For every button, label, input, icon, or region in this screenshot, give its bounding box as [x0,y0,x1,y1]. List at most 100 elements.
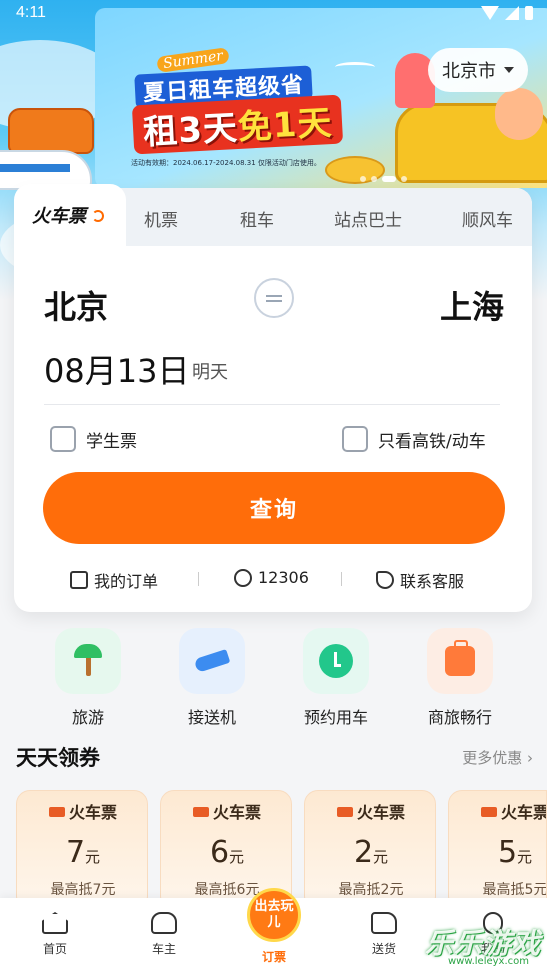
train-ticket-icon [480,807,497,817]
coupon-card[interactable]: 火车票 5元 最高抵5元 [448,790,547,910]
train-ticket-icon [336,807,353,817]
bird-illustration [335,62,375,72]
transport-tabs: 火车票 机票 租车 站点巴士 顺风车 [14,184,532,246]
promo-banner[interactable]: Summer 夏日租车超级省 租3天免1天 活动有效期：2024.06.17-2… [95,8,547,188]
status-time: 4:11 [16,4,46,21]
train-ticket-icon [192,807,209,817]
tab-car-rental[interactable]: 租车 [240,206,274,231]
more-offers-link[interactable]: 更多优惠 › [462,747,533,768]
departure-city[interactable]: 北京 [44,282,108,328]
service-tile [303,628,369,694]
promo-offer: 租3天免1天 [131,94,344,155]
coupon-amount: 5元 [449,835,546,870]
coupon-title: 火车票 [68,803,117,822]
nav-tickets-label[interactable]: 订票 [247,948,301,965]
truck-icon [371,912,397,934]
nav-tickets-badge[interactable]: 出去玩儿 [247,888,301,942]
link-label: 12306 [258,568,309,587]
high-speed-only-checkbox[interactable]: 只看高铁/动车 [342,426,486,452]
swap-cities-button[interactable] [254,278,294,318]
coupon-head: 火车票 [305,799,437,823]
nav-label: 首页 [42,942,67,956]
carousel-dot [371,176,377,182]
service-label: 预约用车 [303,708,368,727]
nav-car-owner[interactable]: 车主 [129,912,199,957]
coupon-unit: 元 [373,848,389,866]
promo-offer-accent: 免1天 [236,103,334,148]
battery-icon [525,6,533,20]
coupon-title: 火车票 [500,803,547,822]
service-tile [427,628,493,694]
departure-date[interactable]: 08月13日 [44,346,189,392]
nav-home[interactable]: 首页 [20,912,90,957]
car-icon [151,912,177,934]
hotline-link[interactable]: 12306 [234,568,309,587]
tab-station-bus[interactable]: 站点巴士 [334,206,402,231]
arrival-city[interactable]: 上海 [440,282,504,328]
coupon-amount: 7元 [17,835,149,870]
city-selector[interactable]: 北京市 [428,48,528,92]
coupon-value: 2 [353,835,374,870]
tab-carpool[interactable]: 顺风车 [462,206,513,231]
coupon-unit: 元 [517,848,533,866]
checkbox-icon [50,426,76,452]
carousel-dot [401,176,407,182]
tab-label: 火车票 [32,206,86,227]
order-list-icon [70,571,88,589]
service-label: 旅游 [71,708,104,727]
city-label: 北京市 [442,61,496,82]
service-business-travel[interactable]: 商旅畅行 [410,628,510,728]
service-label: 商旅畅行 [427,708,492,727]
service-tile [179,628,245,694]
promo-period: 活动有效期：2024.06.17-2024.08.31 仅限活动门店使用。 [131,159,321,167]
active-tab-mark-icon [92,210,104,222]
swap-arrow-icon [266,299,282,302]
service-scheduled-ride[interactable]: 预约用车 [286,628,386,728]
student-ticket-checkbox[interactable]: 学生票 [50,426,137,452]
coupon-card[interactable]: 火车票 7元 最高抵7元 [16,790,148,910]
my-orders-link[interactable]: 我的订单 [70,568,158,592]
service-airport-transfer[interactable]: 接送机 [162,628,262,728]
nav-label: 送货 [371,942,396,956]
coupon-unit: 元 [85,848,101,866]
service-travel[interactable]: 旅游 [38,628,138,728]
coupon-cap: 最高抵2元 [338,882,404,898]
carousel-dots [360,176,407,182]
booking-card: 火车票 机票 租车 站点巴士 顺风车 北京 上海 08月13日 明天 学生票 只… [14,184,532,612]
person-illustration [495,88,543,140]
coupon-head: 火车票 [17,799,149,823]
checkbox-label: 学生票 [86,431,137,452]
coupons-title: 天天领券 [16,746,100,770]
chevron-down-icon [504,67,514,73]
coupon-amount: 6元 [161,835,293,870]
coupon-head: 火车票 [161,799,293,823]
nav-delivery[interactable]: 送货 [349,912,419,957]
promo-tag: Summer [156,47,230,73]
customer-service-link[interactable]: 联系客服 [376,568,464,592]
carousel-dot-active [382,176,396,182]
coupon-value: 7 [65,835,86,870]
link-label: 联系客服 [400,572,465,591]
coupon-cap: 最高抵7元 [50,882,116,898]
coupon-value: 6 [209,835,230,870]
checkbox-icon [342,426,368,452]
search-button[interactable]: 查询 [43,472,505,544]
coupon-card[interactable]: 火车票 2元 最高抵2元 [304,790,436,910]
train-ticket-icon [48,807,65,817]
phone-icon [376,571,394,589]
link-label: 我的订单 [94,572,159,591]
tab-train[interactable]: 火车票 [14,184,126,246]
quick-links: 我的订单 12306 联系客服 [14,564,532,594]
tab-flight[interactable]: 机票 [144,206,178,231]
clock-icon [319,644,353,678]
coupon-unit: 元 [229,848,245,866]
promo-offer-prefix: 租3天 [142,108,239,153]
swap-arrow-icon [266,294,282,297]
wifi-icon [481,6,499,20]
coupon-head: 火车票 [449,799,547,823]
date-hint: 明天 [192,362,228,383]
separator [198,572,199,586]
checkbox-label: 只看高铁/动车 [378,431,486,452]
luggage-icon [445,640,475,676]
coupon-title: 火车票 [356,803,405,822]
